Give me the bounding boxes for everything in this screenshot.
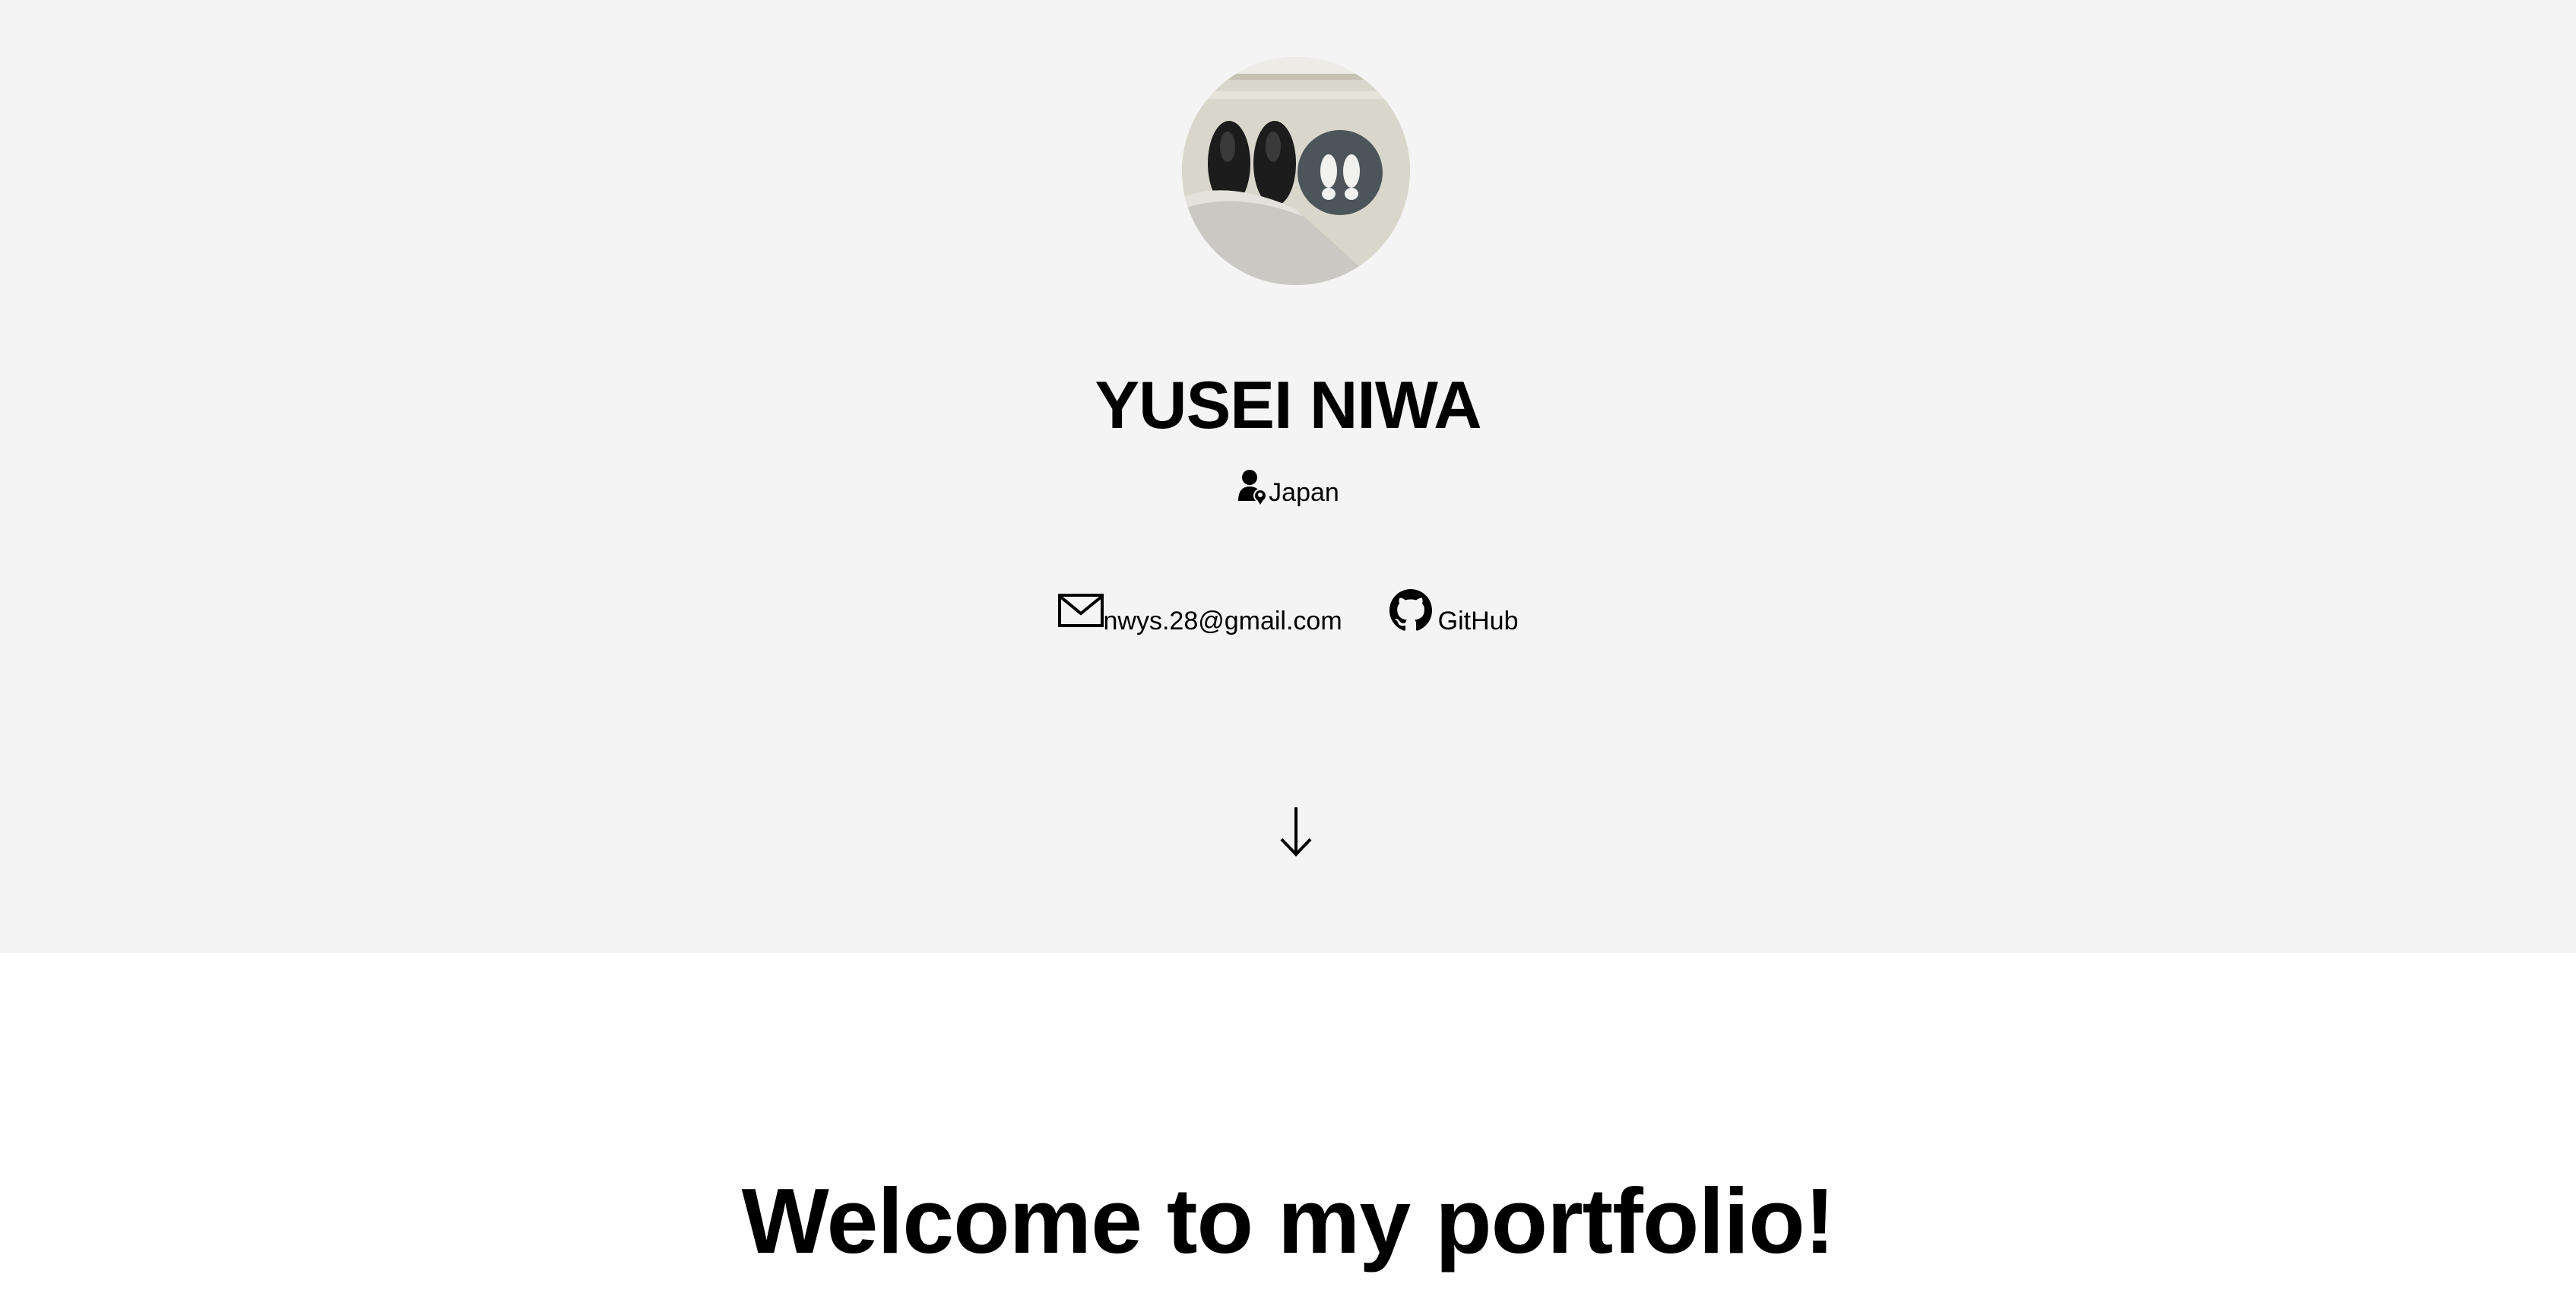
profile-location: Japan [0, 467, 2576, 508]
github-link[interactable]: GitHub [1389, 589, 1519, 638]
profile-name: YUSEI NIWA [1095, 367, 1481, 442]
contact-links: nwys.28@gmail.com GitHub [0, 589, 2576, 638]
email-link[interactable]: nwys.28@gmail.com [1057, 594, 1342, 638]
github-icon [1389, 589, 1432, 631]
envelope-icon [1057, 594, 1104, 627]
hero-section: YUSEI NIWA Japan nwys.28@gmail.com GitHu… [0, 0, 2576, 953]
arrow-down-icon[interactable] [1277, 806, 1315, 857]
avatar-photo [1182, 57, 1410, 285]
github-label: GitHub [1437, 607, 1519, 635]
location-label: Japan [1269, 478, 1339, 507]
email-label: nwys.28@gmail.com [1103, 607, 1342, 635]
profile-avatar [1182, 57, 1410, 285]
welcome-heading: Welcome to my portfolio! [741, 1168, 1836, 1273]
person-location-icon [1238, 470, 1268, 505]
